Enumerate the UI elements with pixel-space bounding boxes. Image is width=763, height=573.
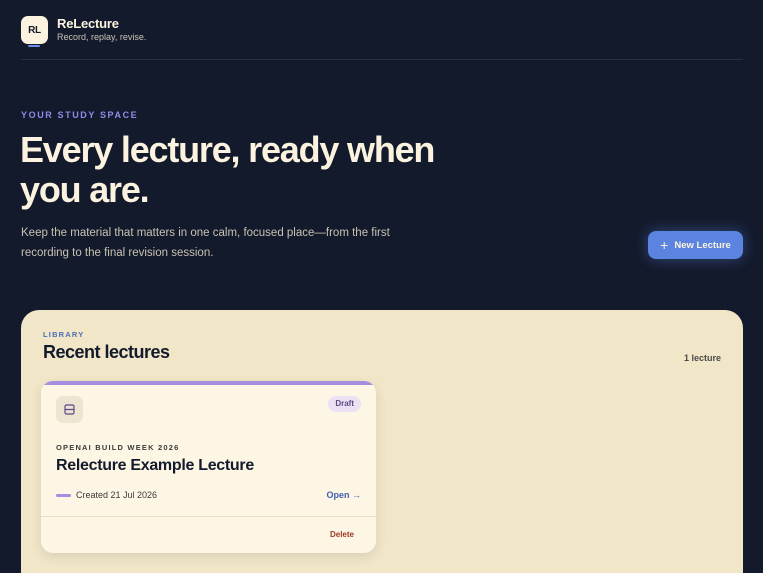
hero-title: Every lecture, ready when you are.	[20, 129, 435, 210]
app-name: ReLecture	[57, 16, 119, 31]
new-lecture-button[interactable]: + New Lecture	[648, 231, 743, 259]
header-divider	[21, 59, 743, 60]
created-row: Created 21 Jul 2026	[56, 490, 157, 500]
status-badge: Draft	[328, 396, 361, 412]
library-panel: LIBRARY Recent lectures 1 lecture Draft …	[21, 310, 743, 573]
lecture-title: Relecture Example Lecture	[56, 457, 254, 474]
library-eyebrow: LIBRARY	[43, 330, 85, 339]
created-marker	[56, 493, 71, 497]
new-lecture-label: New Lecture	[674, 239, 731, 251]
lecture-course: OPENAI BUILD WEEK 2026	[56, 443, 180, 452]
lecture-count: 1 lecture	[683, 353, 721, 363]
delete-lecture-button[interactable]: Delete	[330, 530, 354, 539]
hero-eyebrow: YOUR STUDY SPACE	[21, 110, 139, 120]
card-divider	[41, 516, 376, 517]
app-logo[interactable]: RL	[21, 16, 48, 47]
app-tagline: Record, replay, revise.	[57, 32, 147, 42]
open-lecture-link[interactable]: Open →	[326, 490, 361, 500]
logo-text: RL	[28, 24, 41, 36]
app-header: RL ReLecture Record, replay, revise.	[21, 16, 146, 47]
lecture-card[interactable]: Draft OPENAI BUILD WEEK 2026 Relecture E…	[41, 381, 376, 553]
library-title: Recent lectures	[43, 342, 170, 362]
document-icon	[56, 396, 83, 423]
hero-subtitle: Keep the material that matters in one ca…	[21, 227, 390, 259]
plus-icon: +	[660, 237, 669, 253]
card-accent-bar	[41, 381, 376, 385]
created-date: Created 21 Jul 2026	[76, 490, 158, 500]
brand-block: ReLecture Record, replay, revise.	[57, 16, 146, 44]
